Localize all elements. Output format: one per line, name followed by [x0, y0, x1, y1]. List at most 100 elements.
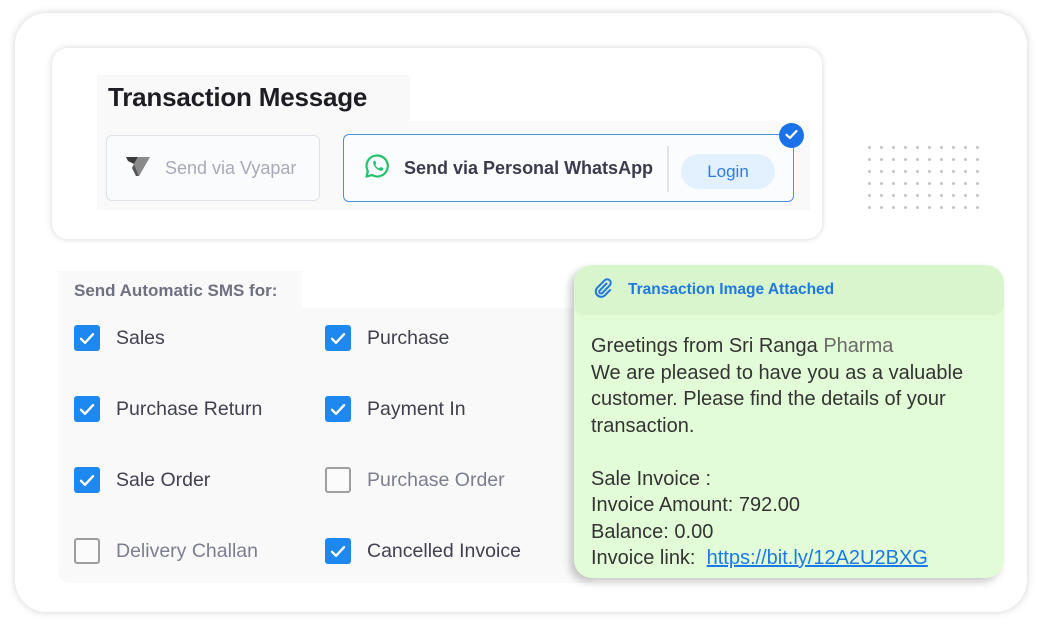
grid-dot [880, 194, 883, 197]
checkmark-icon [79, 332, 95, 345]
checkbox-checked[interactable] [325, 396, 351, 422]
grid-dot [868, 182, 871, 185]
send-via-whatsapp-label: Send via Personal WhatsApp [404, 157, 654, 178]
grid-dot [952, 158, 955, 161]
grid-dot [976, 194, 979, 197]
grid-dot [964, 158, 967, 161]
checkbox-checked[interactable] [325, 538, 351, 564]
grid-dot [952, 206, 955, 209]
checkbox-label: Sale Order [116, 468, 211, 491]
invoice-link-label: Invoice link: [591, 547, 696, 569]
checkbox-label: Cancelled Invoice [367, 539, 521, 562]
checkbox-checked[interactable] [325, 325, 351, 351]
grid-dot [868, 158, 871, 161]
sms-option-cancelled-invoice[interactable]: Cancelled Invoice [325, 536, 521, 566]
checkbox-label: Purchase Return [116, 397, 263, 420]
business-name-suffix: Pharma [823, 335, 894, 357]
grid-dot [976, 182, 979, 185]
grid-dot [952, 170, 955, 173]
grid-dot [892, 158, 895, 161]
attachment-header: Transaction Image Attached [574, 265, 1004, 315]
grid-dot [928, 158, 931, 161]
grid-dot [940, 170, 943, 173]
message-body: Greetings from Sri Ranga Pharma We are p… [591, 333, 991, 572]
checkbox-label: Delivery Challan [116, 539, 258, 562]
vyapar-logo-icon [125, 155, 151, 182]
paperclip-icon [592, 277, 614, 304]
invoice-balance: Balance: 0.00 [591, 520, 714, 543]
page-title: Transaction Message [108, 82, 368, 112]
grid-dot [868, 146, 871, 149]
grid-dot [916, 182, 919, 185]
grid-dot [976, 206, 979, 209]
grid-dot [976, 146, 979, 149]
grid-dot [904, 182, 907, 185]
grid-dot [868, 170, 871, 173]
checkmark-icon [330, 545, 346, 558]
grid-dot [904, 194, 907, 197]
checkmark-icon [330, 332, 346, 345]
sms-option-purchase-order[interactable]: Purchase Order [325, 465, 505, 495]
grid-dot [868, 194, 871, 197]
grid-dot [952, 146, 955, 149]
checkbox-checked[interactable] [74, 325, 100, 351]
grid-dot [964, 182, 967, 185]
attachment-label: Transaction Image Attached [628, 281, 835, 298]
grid-dot [904, 206, 907, 209]
grid-dot [892, 182, 895, 185]
send-via-vyapar-option[interactable]: Send via Vyapar [106, 135, 320, 201]
grid-dot [880, 170, 883, 173]
grid-dot [904, 158, 907, 161]
grid-dot [916, 146, 919, 149]
grid-dot [880, 146, 883, 149]
option-divider [667, 146, 669, 192]
invoice-link[interactable]: https://bit.ly/12A2U2BXG [707, 547, 928, 569]
sms-option-sale-order[interactable]: Sale Order [74, 465, 210, 495]
sms-option-payment-in[interactable]: Payment In [325, 394, 466, 424]
grid-dot [940, 206, 943, 209]
whatsapp-login-button[interactable]: Login [681, 154, 775, 189]
checkbox-unchecked[interactable] [325, 467, 351, 493]
send-via-whatsapp-option[interactable]: Send via Personal WhatsApp Login [343, 134, 794, 202]
checkbox-label: Payment In [367, 397, 466, 420]
sms-option-purchase-return[interactable]: Purchase Return [74, 394, 262, 424]
grid-dot [892, 194, 895, 197]
sms-option-purchase[interactable]: Purchase [325, 323, 449, 353]
grid-dot [964, 206, 967, 209]
grid-dot [928, 182, 931, 185]
grid-dot [868, 206, 871, 209]
grid-dot [976, 158, 979, 161]
checkbox-checked[interactable] [74, 467, 100, 493]
checkbox-label: Purchase [367, 326, 450, 349]
grid-dot [916, 170, 919, 173]
grid-dot [964, 170, 967, 173]
greeting-prefix: Greetings from Sri Ranga [591, 335, 824, 357]
invoice-link-line: Invoice link: https://bit.ly/12A2U2BXG [591, 545, 991, 572]
grid-dot [904, 146, 907, 149]
checkbox-unchecked[interactable] [74, 538, 100, 564]
grid-dot [952, 194, 955, 197]
checkbox-label: Sales [116, 326, 165, 349]
sms-option-delivery-challan[interactable]: Delivery Challan [74, 536, 258, 566]
grid-dot [952, 182, 955, 185]
grid-dot [916, 158, 919, 161]
send-via-vyapar-label: Send via Vyapar [165, 157, 297, 178]
greeting-line: Greetings from Sri Ranga Pharma [591, 333, 991, 360]
grid-dot [964, 194, 967, 197]
sms-option-sales[interactable]: Sales [74, 323, 165, 353]
grid-dot [940, 182, 943, 185]
grid-dot [928, 170, 931, 173]
grid-dot [928, 194, 931, 197]
grid-dot [904, 170, 907, 173]
grid-dot [976, 170, 979, 173]
grid-dot [964, 146, 967, 149]
grid-dot [928, 206, 931, 209]
grid-dot [892, 170, 895, 173]
check-circle-icon [785, 127, 798, 145]
body-text: We are pleased to have you as a valuable… [591, 361, 964, 437]
checkbox-checked[interactable] [74, 396, 100, 422]
invoice-amount: Invoice Amount: 792.00 [591, 494, 801, 516]
sms-settings-heading: Send Automatic SMS for: [74, 281, 278, 300]
checkmark-icon [330, 403, 346, 416]
